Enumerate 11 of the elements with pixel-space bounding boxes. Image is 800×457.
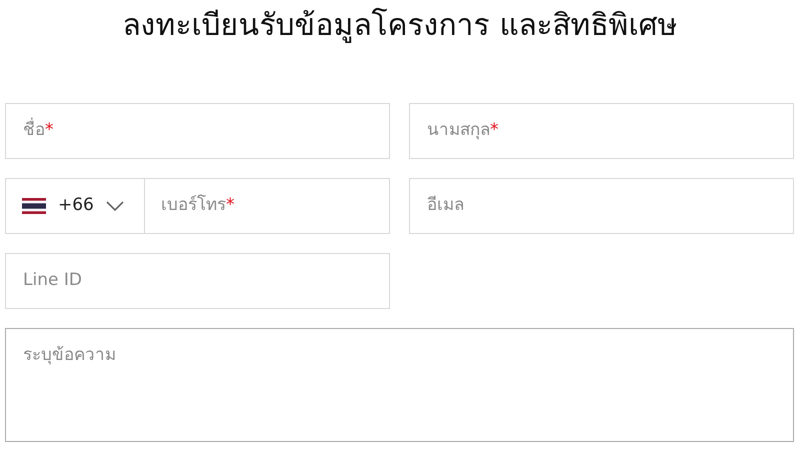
- placeholder-text: Line ID: [23, 269, 82, 292]
- input-field[interactable]: ชื่อ*: [5, 103, 390, 159]
- form-title: ลงทะเบียนรับข้อมูลโครงการ และสิทธิพิเศษ: [122, 8, 678, 45]
- placeholder-text: ระบุข้อความ: [23, 344, 116, 367]
- message-textarea[interactable]: ระบุข้อความ: [5, 328, 794, 442]
- placeholder-text: ชื่อ*: [23, 118, 54, 144]
- input-field[interactable]: Line ID: [5, 253, 390, 309]
- input-field[interactable]: นามสกุล*: [409, 103, 794, 159]
- placeholder-text: อีเมล: [427, 194, 464, 218]
- input-field[interactable]: อีเมล: [409, 178, 794, 234]
- placeholder-text: นามสกุล*: [427, 119, 498, 142]
